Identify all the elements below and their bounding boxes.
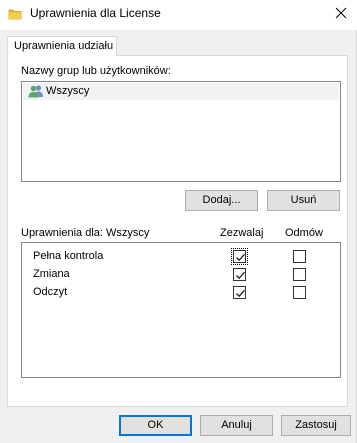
tab-label: Uprawnienia udziału — [14, 40, 114, 52]
close-button[interactable] — [323, 0, 357, 30]
groups-label: Nazwy grup lub użytkowników: — [21, 65, 171, 77]
allow-read-checkbox[interactable] — [233, 286, 246, 299]
permission-row: Pełna kontrola — [22, 247, 340, 265]
deny-read-checkbox[interactable] — [293, 286, 306, 299]
add-button[interactable]: Dodaj... — [185, 190, 258, 211]
tab-share-permissions[interactable]: Uprawnienia udziału — [7, 36, 117, 56]
allow-full-control-checkbox[interactable] — [231, 248, 248, 265]
list-item-label: Wszyscy — [46, 85, 90, 97]
cancel-button[interactable]: Anuluj — [200, 415, 273, 436]
permissions-for-label: Uprawnienia dla: Wszyscy — [21, 227, 150, 239]
permission-row: Odczyt — [22, 283, 340, 301]
users-icon — [28, 84, 44, 98]
permissions-list: Pełna kontrola Zmiana Odczyt — [21, 242, 341, 378]
deny-column-header: Odmów — [285, 227, 323, 239]
remove-button[interactable]: Usuń — [267, 190, 340, 211]
folder-icon — [8, 7, 22, 21]
deny-full-control-checkbox[interactable] — [293, 250, 306, 263]
close-icon — [335, 7, 347, 19]
groups-listbox[interactable]: Wszyscy — [21, 81, 341, 182]
deny-change-checkbox[interactable] — [293, 268, 306, 281]
apply-button[interactable]: Zastosuj — [281, 415, 351, 436]
list-item[interactable]: Wszyscy — [23, 83, 339, 100]
title-bar: Uprawnienia dla License — [0, 0, 357, 30]
permissions-dialog: Uprawnienia dla License Uprawnienia udzi… — [0, 0, 357, 443]
permission-name: Pełna kontrola — [33, 250, 104, 262]
allow-change-checkbox[interactable] — [233, 268, 246, 281]
permission-row: Zmiana — [22, 265, 340, 283]
permission-name: Zmiana — [33, 268, 70, 280]
permission-name: Odczyt — [33, 286, 68, 298]
allow-column-header: Zezwalaj — [220, 227, 264, 239]
ok-button[interactable]: OK — [119, 415, 192, 436]
window-title: Uprawnienia dla License — [30, 6, 161, 20]
